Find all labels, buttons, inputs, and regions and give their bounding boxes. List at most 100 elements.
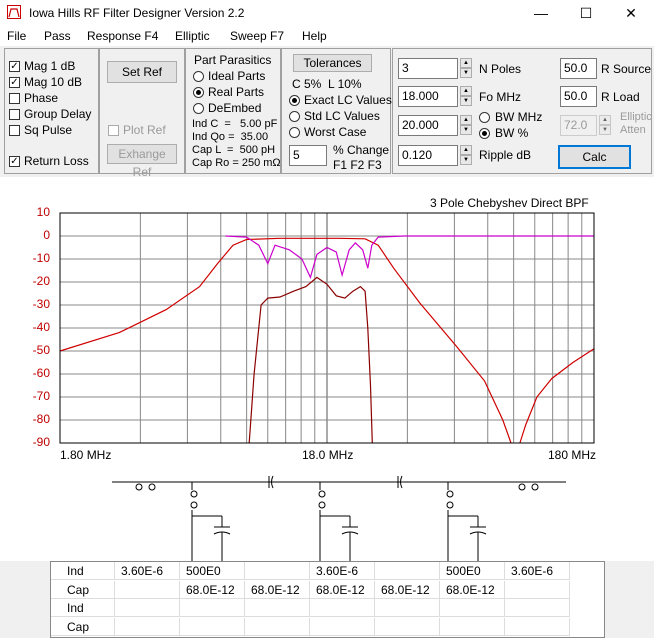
table-row-label: Ind (51, 562, 115, 580)
table-cell[interactable]: 3.60E-6 (505, 562, 570, 580)
response-curve-1 (519, 348, 595, 444)
option-checkbox-0[interactable]: ✓ (9, 61, 20, 72)
table-cell[interactable] (375, 562, 440, 580)
atten-label: Atten (620, 124, 646, 136)
bw-percent-radio[interactable] (479, 128, 490, 139)
ripple-label: Ripple dB (479, 148, 532, 162)
menu-elliptic[interactable]: Elliptic (175, 29, 210, 43)
parasitics-option-label-2: DeEmbed (208, 101, 262, 115)
f1f2f3-label: F1 F2 F3 (333, 158, 382, 172)
table-row-label: Cap (51, 580, 115, 599)
table-row-label: Ind (51, 599, 115, 617)
menu-file[interactable]: File (7, 29, 26, 43)
minimize-button[interactable]: — (518, 0, 564, 26)
table-cell[interactable] (180, 617, 245, 636)
tolerance-radio-1[interactable] (289, 111, 300, 122)
parasitics-line-2: Cap L = 500 pH (192, 144, 276, 156)
table-cell[interactable] (505, 617, 570, 636)
fo-label: Fo MHz (479, 90, 521, 104)
table-cell[interactable]: 500E0 (180, 562, 245, 580)
table-cell[interactable] (310, 617, 375, 636)
bw-spinner[interactable]: ▲ ▼ (460, 115, 472, 135)
elliptic-atten-input[interactable]: 72.0 (560, 115, 597, 136)
table-cell[interactable] (440, 617, 505, 636)
parasitics-option-label-1: Real Parts (208, 85, 265, 99)
parasitics-radio-2[interactable] (193, 103, 204, 114)
n-poles-spinner[interactable]: ▲ ▼ (460, 58, 472, 78)
y-tick-label: -40 (32, 320, 50, 334)
n-poles-input[interactable]: 3 (398, 58, 458, 79)
table-row-label: Cap (51, 617, 115, 636)
fo-spinner[interactable]: ▲ ▼ (460, 86, 472, 106)
option-checkbox-5[interactable]: ✓ (9, 156, 20, 167)
tolerance-option-label-1: Std LC Values (304, 109, 380, 123)
n-poles-label: N Poles (479, 62, 522, 76)
percent-change-label: % Change (333, 143, 390, 157)
table-cell[interactable]: 68.0E-12 (375, 580, 440, 599)
option-checkbox-1[interactable]: ✓ (9, 77, 20, 88)
r-load-input[interactable]: 50.0 (560, 86, 597, 107)
ripple-input[interactable]: 0.120 (398, 145, 458, 166)
option-label-1: Mag 10 dB (24, 75, 83, 89)
table-cell[interactable] (115, 617, 180, 636)
y-tick-label: -80 (32, 412, 50, 426)
bw-mhz-radio[interactable] (479, 112, 490, 123)
table-cell[interactable] (245, 617, 310, 636)
maximize-button[interactable]: ☐ (563, 0, 609, 26)
table-cell[interactable]: 68.0E-12 (440, 580, 505, 599)
y-tick-label: 10 (36, 205, 50, 219)
option-label-2: Phase (24, 91, 59, 105)
table-cell[interactable] (310, 599, 375, 617)
menu-response[interactable]: Response F4 (87, 29, 158, 43)
option-checkbox-2[interactable] (9, 93, 20, 104)
table-cell[interactable] (505, 580, 570, 599)
table-cell[interactable]: 68.0E-12 (180, 580, 245, 599)
table-cell[interactable] (115, 599, 180, 617)
set-ref-button[interactable]: Set Ref (107, 61, 177, 83)
menu-sweep[interactable]: Sweep F7 (230, 29, 284, 43)
y-tick-label: 0 (43, 228, 50, 242)
option-label-3: Group Delay (24, 107, 92, 121)
tolerance-radio-0[interactable] (289, 95, 300, 106)
table-cell[interactable] (245, 599, 310, 617)
parasitics-radio-0[interactable] (193, 71, 204, 82)
parasitics-radio-1[interactable] (193, 87, 204, 98)
table-cell[interactable]: 3.60E-6 (310, 562, 375, 580)
table-cell[interactable] (245, 562, 310, 580)
tolerance-option-label-2: Worst Case (304, 125, 367, 139)
parasitics-line-0: Ind C = 5.00 pF (192, 118, 278, 130)
y-tick-label: -20 (32, 274, 50, 288)
plot-ref-checkbox[interactable] (108, 125, 119, 136)
r-source-label: R Source (601, 62, 652, 76)
y-tick-label: -90 (32, 435, 50, 449)
y-tick-label: -30 (32, 297, 50, 311)
y-tick-label: -10 (32, 251, 50, 265)
percent-change-input[interactable]: 5 (289, 145, 327, 166)
table-cell[interactable] (115, 580, 180, 599)
option-checkbox-4[interactable] (9, 125, 20, 136)
ripple-spinner[interactable]: ▲ ▼ (460, 145, 472, 165)
elliptic-atten-spinner[interactable]: ▲ ▼ (599, 115, 611, 135)
menu-help[interactable]: Help (302, 29, 327, 43)
bw-input[interactable]: 20.000 (398, 115, 458, 136)
table-cell[interactable] (505, 599, 570, 617)
menu-pass[interactable]: Pass (44, 29, 71, 43)
r-source-input[interactable]: 50.0 (560, 58, 597, 79)
table-cell[interactable]: 68.0E-12 (310, 580, 375, 599)
table-cell[interactable]: 3.60E-6 (115, 562, 180, 580)
table-cell[interactable] (375, 599, 440, 617)
fo-input[interactable]: 18.000 (398, 86, 458, 107)
y-tick-label: -70 (32, 389, 50, 403)
exchange-ref-button[interactable]: Exhange Ref (107, 144, 177, 179)
elliptic-label: Elliptic (620, 111, 652, 123)
option-checkbox-3[interactable] (9, 109, 20, 120)
table-cell[interactable] (180, 599, 245, 617)
close-button[interactable]: ✕ (608, 0, 654, 26)
tolerance-radio-2[interactable] (289, 127, 300, 138)
table-cell[interactable] (440, 599, 505, 617)
tolerances-button[interactable]: Tolerances (293, 54, 372, 72)
table-cell[interactable]: 500E0 (440, 562, 505, 580)
calc-button[interactable]: Calc (558, 145, 631, 169)
table-cell[interactable]: 68.0E-12 (245, 580, 310, 599)
table-cell[interactable] (375, 617, 440, 636)
